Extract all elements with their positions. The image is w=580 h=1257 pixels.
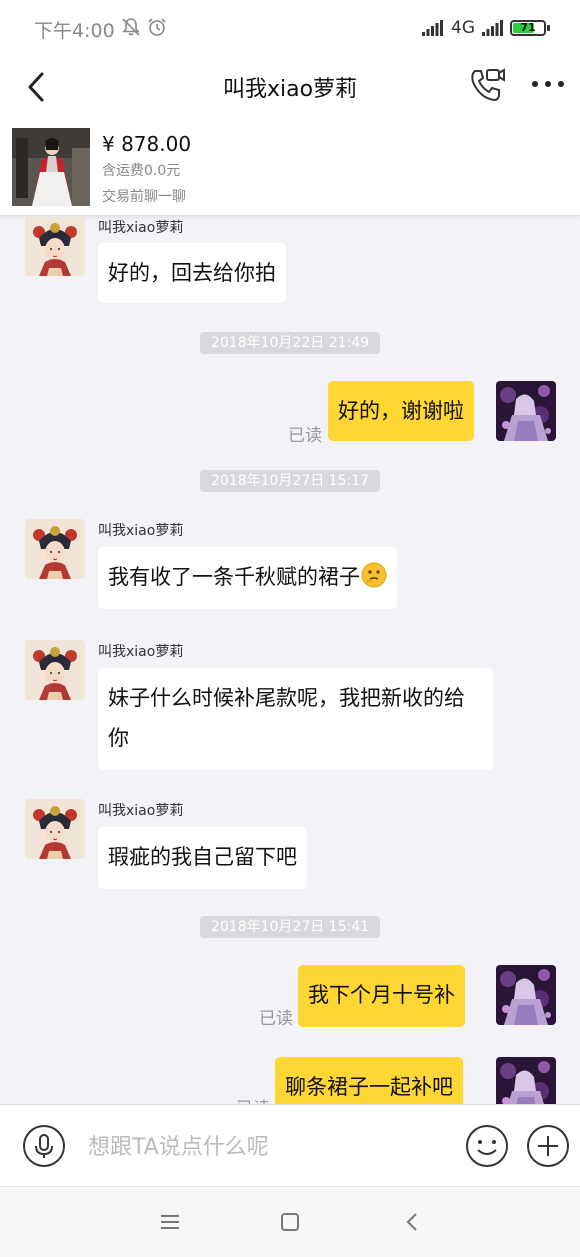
signal-icon	[422, 20, 443, 36]
timestamp-divider: 2018年10月22日 21:49	[200, 332, 380, 354]
product-card[interactable]: ¥ 878.00 含运费0.0元 交易前聊一聊	[0, 120, 580, 216]
status-indicators: 4G 71	[422, 17, 550, 39]
seller-avatar[interactable]	[25, 640, 85, 700]
read-status: 已读	[236, 1094, 270, 1104]
read-status: 已读	[259, 1009, 293, 1029]
status-bar: 下午4:00 4G 71	[0, 0, 580, 56]
thinking-face-emoji-icon	[361, 562, 387, 588]
sender-name: 叫我xiao萝莉	[98, 523, 184, 539]
plus-icon[interactable]	[526, 1124, 570, 1168]
seller-avatar[interactable]	[25, 519, 85, 579]
recent-apps-icon[interactable]	[158, 1211, 182, 1233]
product-price: ¥ 878.00	[102, 132, 192, 156]
phone-video-icon[interactable]	[468, 66, 506, 104]
product-thumbnail[interactable]	[12, 128, 90, 206]
chat-before-trade-note: 交易前聊一聊	[102, 189, 186, 205]
message-bubble[interactable]: 瑕疵的我自己留下吧	[98, 827, 307, 889]
microphone-icon[interactable]	[22, 1124, 66, 1168]
message-input-bar	[0, 1104, 580, 1186]
network-type: 4G	[451, 18, 475, 38]
timestamp-divider: 2018年10月27日 15:17	[200, 470, 380, 492]
message-bubble[interactable]: 我有收了一条千秋赋的裙子	[98, 547, 397, 609]
seller-avatar[interactable]	[25, 217, 85, 276]
message-text: 我有收了一条千秋赋的裙子	[108, 565, 360, 589]
chat-area[interactable]: 叫我xiao萝莉 好的，回去给你拍 2018年10月22日 21:49 已读 好…	[0, 217, 580, 1104]
mute-bell-icon	[122, 18, 140, 36]
nav-back-icon[interactable]	[401, 1210, 423, 1234]
status-time: 下午4:00	[34, 20, 115, 42]
sender-name: 叫我xiao萝莉	[98, 644, 184, 660]
shipping-info: 含运费0.0元	[102, 163, 181, 179]
battery-icon: 71	[510, 20, 550, 36]
battery-level: 71	[520, 21, 536, 34]
message-bubble[interactable]: 聊条裙子一起补吧	[275, 1057, 463, 1104]
sender-name: 叫我xiao萝莉	[98, 220, 184, 236]
sender-name: 叫我xiao萝莉	[98, 803, 184, 819]
message-bubble[interactable]: 好的，回去给你拍	[98, 243, 286, 303]
more-options-icon[interactable]	[530, 72, 566, 96]
home-square-icon[interactable]	[279, 1211, 301, 1233]
timestamp-divider: 2018年10月27日 15:41	[200, 916, 380, 938]
seller-avatar[interactable]	[25, 799, 85, 859]
my-avatar[interactable]	[496, 1057, 556, 1104]
my-avatar[interactable]	[496, 965, 556, 1025]
chat-header: 叫我xiao萝莉	[0, 56, 580, 120]
alarm-icon	[148, 18, 166, 36]
message-bubble[interactable]: 我下个月十号补	[298, 965, 465, 1027]
read-status: 已读	[288, 426, 322, 446]
message-bubble[interactable]: 好的，谢谢啦	[328, 381, 474, 441]
message-input[interactable]	[88, 1129, 448, 1165]
message-bubble[interactable]: 妹子什么时候补尾款呢，我把新收的给你	[98, 668, 493, 770]
my-avatar[interactable]	[496, 381, 556, 441]
system-nav-bar	[0, 1186, 580, 1257]
signal-icon-2	[482, 20, 503, 36]
emoji-face-icon[interactable]	[465, 1124, 509, 1168]
